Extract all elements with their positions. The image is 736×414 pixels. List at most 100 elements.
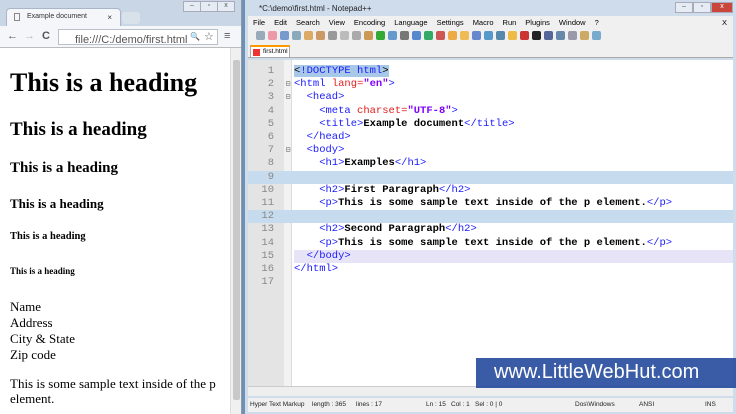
maximize-button[interactable]: ▫	[200, 1, 218, 12]
toolbar-icon[interactable]	[304, 31, 313, 40]
toolbar-icon[interactable]	[436, 31, 445, 40]
menu-file[interactable]: File	[253, 18, 265, 29]
menu-macro[interactable]: Macro	[473, 18, 494, 29]
status-sel: Sel : 0 | 0	[475, 401, 503, 408]
toolbar-icon[interactable]	[268, 31, 277, 40]
toolbar-icon[interactable]	[256, 31, 265, 40]
code-line[interactable]: 2 ⊟ <html lang="en">	[248, 78, 733, 91]
menu-run[interactable]: Run	[503, 18, 517, 29]
line-number: 5	[267, 117, 274, 130]
code-line[interactable]: 9	[248, 170, 733, 184]
toolbar-icon[interactable]	[544, 31, 553, 40]
code-line[interactable]: 17	[248, 276, 733, 289]
toolbar-icon[interactable]	[520, 31, 529, 40]
toolbar-icon[interactable]	[280, 31, 289, 40]
toolbar-icon[interactable]	[340, 31, 349, 40]
toolbar-icon[interactable]	[316, 31, 325, 40]
code-line[interactable]: 1 <!DOCTYPE html>	[248, 65, 733, 78]
menu-edit[interactable]: Edit	[274, 18, 287, 29]
close-document-button[interactable]: X	[722, 18, 727, 29]
toolbar-icon[interactable]	[364, 31, 373, 40]
code-text: <h2>First Paragraph</h2>	[294, 184, 470, 197]
code-line[interactable]: 5 <title>Example document</title>	[248, 118, 733, 131]
code-line[interactable]: 11 <p>This is some sample text inside of…	[248, 197, 733, 210]
toolbar-icon[interactable]	[496, 31, 505, 40]
fold-toggle-icon[interactable]: ⊟	[284, 144, 292, 157]
forward-icon[interactable]: →	[24, 30, 35, 42]
menu-settings[interactable]: Settings	[437, 18, 464, 29]
code-editor[interactable]: 1 <!DOCTYPE html> 2 ⊟ <html lang="en"> 3 ⊟ <he…	[248, 60, 733, 386]
browser-tab[interactable]: Example document ×	[6, 8, 121, 26]
line-number: 1	[267, 65, 274, 77]
toolbar-icon[interactable]	[592, 31, 601, 40]
code-token: <title>	[294, 117, 364, 130]
code-token: <h2>	[294, 183, 345, 196]
npp-menubar: File Edit Search View Encoding Language …	[248, 16, 733, 29]
npp-close-button[interactable]: x	[711, 2, 733, 13]
status-length: length : 365	[312, 401, 346, 408]
menu-search[interactable]: Search	[296, 18, 320, 29]
code-line[interactable]: 16 </html>	[248, 263, 733, 276]
menu-help[interactable]: ?	[595, 18, 599, 29]
code-line[interactable]: 6 </head>	[248, 131, 733, 144]
reload-icon[interactable]: C	[42, 30, 50, 42]
toolbar-icon[interactable]	[580, 31, 589, 40]
code-line[interactable]: 3 ⊟ <head>	[248, 91, 733, 104]
tab-title: Example document	[27, 13, 87, 20]
toolbar-icon[interactable]	[448, 31, 457, 40]
npp-minimize-button[interactable]: –	[675, 2, 693, 13]
code-line[interactable]: 14 <p>This is some sample text inside of…	[248, 237, 733, 250]
unsaved-file-icon	[253, 49, 260, 56]
toolbar-icon[interactable]	[568, 31, 577, 40]
code-line[interactable]: 8 <h1>Examples</h1>	[248, 157, 733, 170]
address-line: City & State	[10, 331, 75, 346]
toolbar-icon[interactable]	[508, 31, 517, 40]
close-button[interactable]: x	[217, 1, 235, 12]
zoom-icon[interactable]: 🔍	[190, 32, 200, 41]
status-bar: Hyper Text Markup length : 365 lines : 1…	[248, 398, 733, 412]
npp-maximize-button[interactable]: ▫	[693, 2, 711, 13]
code-token: </html>	[294, 263, 339, 275]
code-line[interactable]: 15 </body>	[248, 249, 733, 263]
toolbar-icon[interactable]	[472, 31, 481, 40]
menu-window[interactable]: Window	[559, 18, 586, 29]
toolbar-icon[interactable]	[292, 31, 301, 40]
toolbar-icon[interactable]	[460, 31, 469, 40]
toolbar-icon[interactable]	[424, 31, 433, 40]
menu-language[interactable]: Language	[394, 18, 427, 29]
document-tab[interactable]: first.html	[250, 45, 290, 58]
toolbar-icon[interactable]	[328, 31, 337, 40]
toolbar-icon[interactable]	[352, 31, 361, 40]
code-token: !DOCTYPE html	[300, 65, 383, 77]
toolbar-icon[interactable]	[388, 31, 397, 40]
watermark: www.LittleWebHut.com	[476, 358, 736, 388]
menu-plugins[interactable]: Plugins	[525, 18, 550, 29]
code-token: Examples	[344, 157, 395, 170]
toolbar-icon[interactable]	[556, 31, 565, 40]
code-line[interactable]: 4 <meta charset="UTF-8">	[248, 105, 733, 118]
menu-view[interactable]: View	[329, 18, 345, 29]
back-icon[interactable]: ←	[7, 30, 18, 42]
fold-toggle-icon[interactable]: ⊟	[284, 78, 292, 91]
code-line[interactable]: 12	[248, 210, 733, 224]
code-line[interactable]: 13 <h2>Second Paragraph</h2>	[248, 223, 733, 236]
menu-icon[interactable]: ≡	[224, 30, 230, 42]
code-token: <p>	[294, 236, 339, 249]
scrollbar-thumb[interactable]	[233, 60, 240, 400]
new-tab-button[interactable]	[122, 12, 140, 24]
toolbar-icon[interactable]	[484, 31, 493, 40]
tab-close-icon[interactable]: ×	[107, 13, 112, 22]
browser-scrollbar[interactable]	[230, 48, 241, 414]
toolbar-icon[interactable]	[412, 31, 421, 40]
minimize-button[interactable]: –	[183, 1, 201, 12]
code-line[interactable]: 10 <h2>First Paragraph</h2>	[248, 184, 733, 197]
code-token: <h1>	[294, 157, 345, 170]
code-line[interactable]: 7 ⊟ <body>	[248, 144, 733, 157]
heading-h5: This is a heading	[10, 231, 86, 242]
fold-toggle-icon[interactable]: ⊟	[284, 91, 292, 104]
toolbar-icon[interactable]	[376, 31, 385, 40]
menu-encoding[interactable]: Encoding	[354, 18, 385, 29]
toolbar-icon[interactable]	[400, 31, 409, 40]
star-icon[interactable]: ☆	[204, 30, 214, 43]
toolbar-icon[interactable]	[532, 31, 541, 40]
